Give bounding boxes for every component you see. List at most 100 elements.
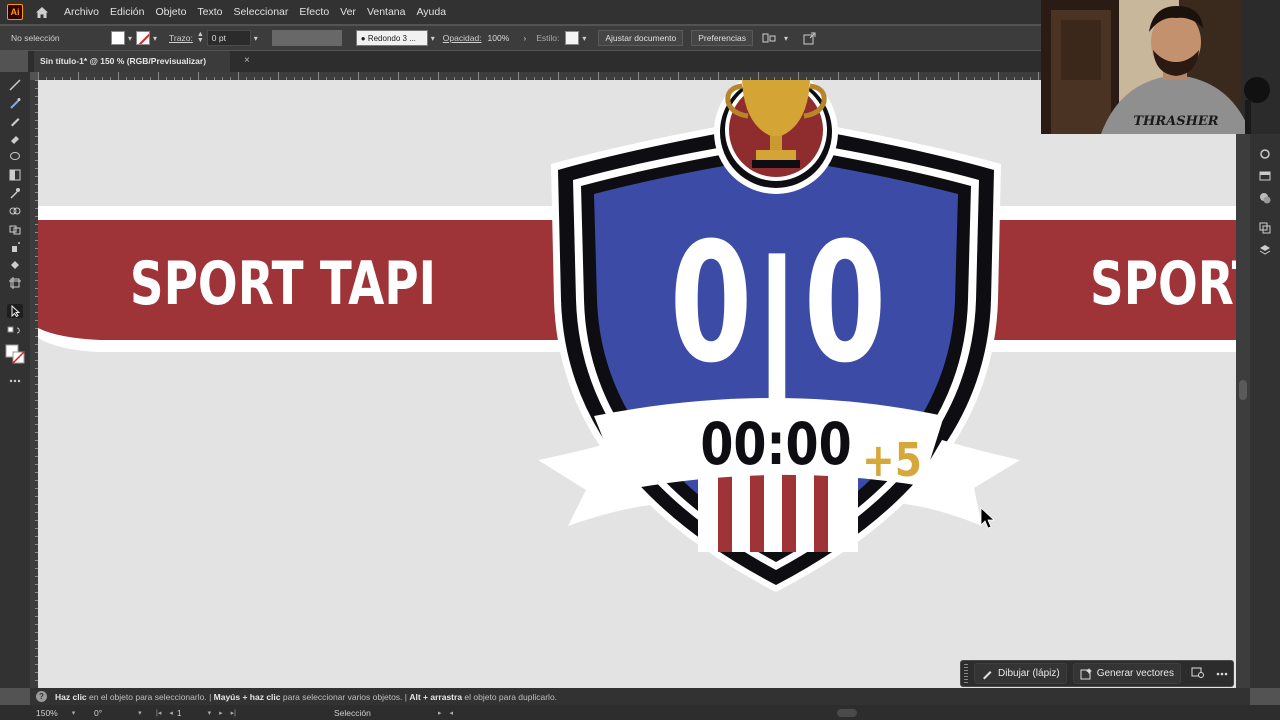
export-icon[interactable] [802,30,818,46]
banner-text-repeat: SPORT [1090,248,1236,318]
more-options-icon[interactable] [1216,668,1228,679]
home-icon[interactable] [33,3,51,21]
menu-objeto[interactable]: Objeto [154,4,187,20]
menu-ayuda[interactable]: Ayuda [415,4,447,20]
menu-seleccionar[interactable]: Seleccionar [233,4,290,20]
stroke-weight-input[interactable]: 0 pt [206,30,251,46]
opacity-input[interactable]: 100% [486,30,518,46]
shape-builder-tool-icon[interactable] [7,222,23,236]
brush-tool-icon[interactable] [7,96,23,110]
artboard-canvas[interactable]: SPORT TAPI SPORT 0 | 0 [38,80,1236,688]
draw-pencil-button[interactable]: Dibujar (lápiz) [974,663,1067,684]
status-menu-icon[interactable]: ▸ [438,709,442,717]
menu-ver[interactable]: Ver [339,4,357,20]
added-time-text: +5 [862,434,922,488]
next-artboard-icon[interactable]: ▸ [219,709,223,717]
rotation-dropdown-icon[interactable]: ▾ [138,709,142,717]
zoom-value: 150% [36,707,58,718]
symbol-sprayer-tool-icon[interactable] [7,240,23,254]
brush-label: Redondo 3 ... [367,34,416,43]
artboard-tool-icon[interactable] [7,276,23,290]
webcam-image: THRASHER [1041,0,1280,134]
libraries-icon[interactable] [1257,168,1273,184]
menu-edicion[interactable]: Edición [109,4,145,20]
taskbar-settings-icon[interactable] [1191,666,1204,681]
selection-state: No selección [11,33,60,43]
brush-dropdown-icon[interactable]: ▾ [431,34,435,43]
lasso-tool-icon[interactable] [7,150,23,164]
artboard-nav[interactable]: |◂ ◂ 1 ▾ ▸ ▸| [152,708,292,718]
prev-artboard-icon[interactable]: ◂ [169,709,173,717]
vertical-scrollbar[interactable] [1236,80,1250,688]
selection-tool-icon[interactable] [7,304,23,318]
generate-vectors-label: Generar vectores [1096,668,1174,679]
right-panel-dock [1250,134,1280,688]
fill-dropdown-icon[interactable]: ▾ [128,34,132,43]
artboard-dropdown-icon[interactable]: ▾ [208,709,212,717]
scrollbar-thumb[interactable] [1239,380,1247,400]
eyedropper-tool-icon[interactable] [7,186,23,200]
more-tools-icon[interactable] [7,374,23,388]
fill-stroke-swatches[interactable] [5,344,25,364]
stroke-dropdown-icon[interactable]: ▾ [153,34,157,43]
stroke-stepper-icon[interactable]: ▲ ▼ [197,31,204,44]
score-separator: | [750,230,805,404]
gradient-tool-icon[interactable] [7,168,23,182]
horizontal-scroll-thumb[interactable] [837,708,858,717]
artboard-number: 1 [176,707,182,718]
menu-archivo[interactable]: Archivo [63,4,100,20]
hint-click-text: en el objeto para seleccionarlo. [89,691,207,702]
menu-efecto[interactable]: Efecto [298,4,330,20]
variable-width-profile[interactable] [271,30,342,46]
zoom-dropdown-icon[interactable]: ▾ [72,709,76,717]
brush-definition[interactable]: ● Redondo 3 ... [355,30,428,46]
appearance-icon[interactable] [1257,190,1273,206]
opacity-label[interactable]: Opacidad: [443,33,482,43]
rotation-value: 0° [94,707,103,718]
layers-icon[interactable] [1257,242,1273,258]
align-dropdown-icon[interactable]: ▾ [784,34,788,43]
drag-handle[interactable] [964,664,968,683]
align-icon[interactable] [761,30,777,46]
hint-shift-click-text: para seleccionar varios objetos. [282,691,403,702]
opacity-arrow-icon[interactable]: › [524,34,527,43]
rotation-field[interactable]: 0° ▾ [94,708,152,718]
draw-pencil-label: Dibujar (lápiz) [998,668,1060,679]
hint-alt-drag-text: el objeto para duplicarlo. [464,691,558,702]
line-tool-icon[interactable] [7,78,23,92]
properties-icon[interactable] [1257,146,1273,162]
score-home: 0 [670,207,753,399]
tools-panel [0,72,30,688]
stroke-weight-dropdown-icon[interactable]: ▾ [254,34,258,43]
document-tab[interactable]: Sin título-1* @ 150 % (RGB/Previsualizar… [34,51,230,72]
eraser-tool-icon[interactable] [7,132,23,146]
pencil-icon [983,670,992,679]
webcam-overlay: THRASHER [1041,0,1280,134]
artboards-icon[interactable] [1257,220,1273,236]
swap-colors-icon[interactable] [7,324,23,338]
document-setup-button[interactable]: Ajustar documento [598,30,684,46]
score-away: 0 [804,207,887,399]
stroke-label[interactable]: Trazo: [169,33,193,43]
stroke-swatch[interactable] [136,31,151,45]
artwork: SPORT TAPI SPORT 0 | 0 [38,80,1236,592]
zoom-field[interactable]: 150% ▾ [36,708,94,718]
hscroll-left-icon[interactable]: ◂ [450,709,454,717]
help-icon[interactable]: ? [36,691,47,702]
last-artboard-icon[interactable]: ▸| [231,709,236,717]
menu-texto[interactable]: Texto [196,4,223,20]
style-dropdown-icon[interactable]: ▾ [582,34,586,43]
fill-swatch[interactable] [111,31,125,45]
close-icon[interactable]: × [244,55,250,66]
style-swatch[interactable] [565,31,580,45]
generate-vectors-button[interactable]: Generar vectores [1072,663,1181,684]
pencil-tool-icon[interactable] [7,114,23,128]
hint-click: Haz clic [55,691,87,702]
menu-ventana[interactable]: Ventana [366,4,407,20]
first-artboard-icon[interactable]: |◂ [156,709,161,717]
vertical-ruler[interactable] [30,80,38,688]
preferences-button[interactable]: Preferencias [691,30,753,46]
blend-tool-icon[interactable] [7,204,23,218]
live-paint-tool-icon[interactable] [7,258,23,272]
shield-stripes [698,472,858,552]
